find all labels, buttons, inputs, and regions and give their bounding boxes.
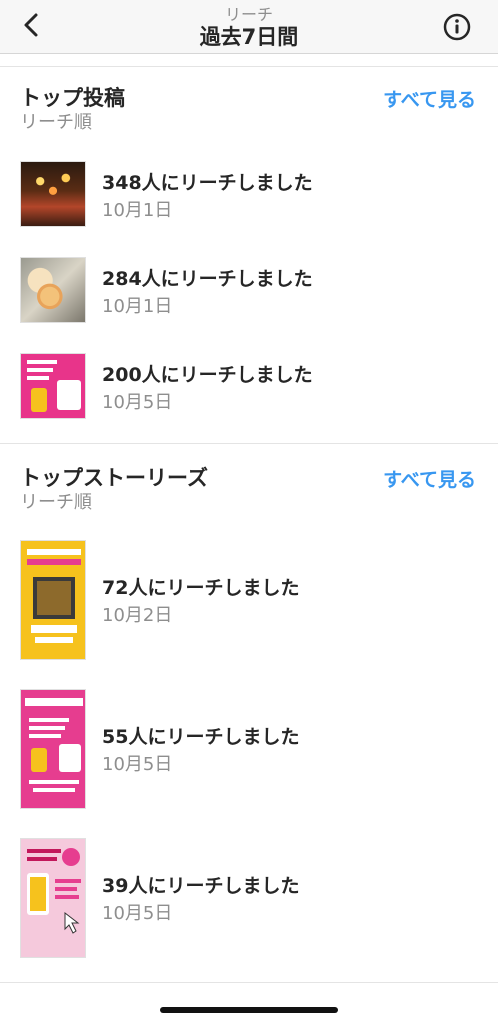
post-reach-count: 284人にリーチしました <box>102 268 313 290</box>
post-thumbnail <box>20 161 86 227</box>
post-date: 10月1日 <box>102 200 173 221</box>
story-date: 10月5日 <box>102 754 173 775</box>
story-thumbnail <box>20 838 86 958</box>
story-reach-count: 39人にリーチしました <box>102 875 300 897</box>
top-story-item[interactable]: 55人にリーチしました 10月5日 <box>0 689 498 809</box>
story-thumbnail-art <box>25 698 83 792</box>
story-thumbnail-art <box>27 848 81 934</box>
post-reach-count: 348人にリーチしました <box>102 172 313 194</box>
top-posts-see-all-button[interactable]: すべて見る <box>383 85 476 112</box>
story-thumbnail <box>20 689 86 809</box>
story-reach-count: 55人にリーチしました <box>102 726 300 748</box>
top-post-item[interactable]: 200人にリーチしました 10月5日 <box>0 352 498 420</box>
divider <box>0 982 498 983</box>
story-date: 10月2日 <box>102 605 173 626</box>
top-story-item[interactable]: 72人にリーチしました 10月2日 <box>0 540 498 660</box>
divider <box>0 66 498 67</box>
info-icon <box>443 13 471 41</box>
navigation-header: リーチ 過去7日間 <box>0 0 498 54</box>
top-stories-see-all-button[interactable]: すべて見る <box>383 465 476 492</box>
story-reach-count: 72人にリーチしました <box>102 577 300 599</box>
post-date: 10月1日 <box>102 296 173 317</box>
top-post-item[interactable]: 348人にリーチしました 10月1日 <box>0 160 498 228</box>
info-button[interactable] <box>442 12 472 42</box>
post-reach-count: 200人にリーチしました <box>102 364 313 386</box>
top-posts-subtitle: リーチ順 <box>20 112 92 133</box>
post-thumbnail <box>20 257 86 323</box>
post-thumbnail <box>20 353 86 419</box>
section-divider <box>0 443 498 444</box>
top-stories-subtitle: リーチ順 <box>20 492 92 513</box>
story-date: 10月5日 <box>102 903 173 924</box>
story-thumbnail <box>20 540 86 660</box>
post-thumbnail-art <box>27 360 81 412</box>
home-indicator[interactable] <box>160 1007 338 1013</box>
post-date: 10月5日 <box>102 392 173 413</box>
story-thumbnail-art <box>27 549 81 643</box>
page-title: 過去7日間 <box>199 25 299 49</box>
top-story-item[interactable]: 39人にリーチしました 10月5日 <box>0 838 498 958</box>
top-post-item[interactable]: 284人にリーチしました 10月1日 <box>0 256 498 324</box>
